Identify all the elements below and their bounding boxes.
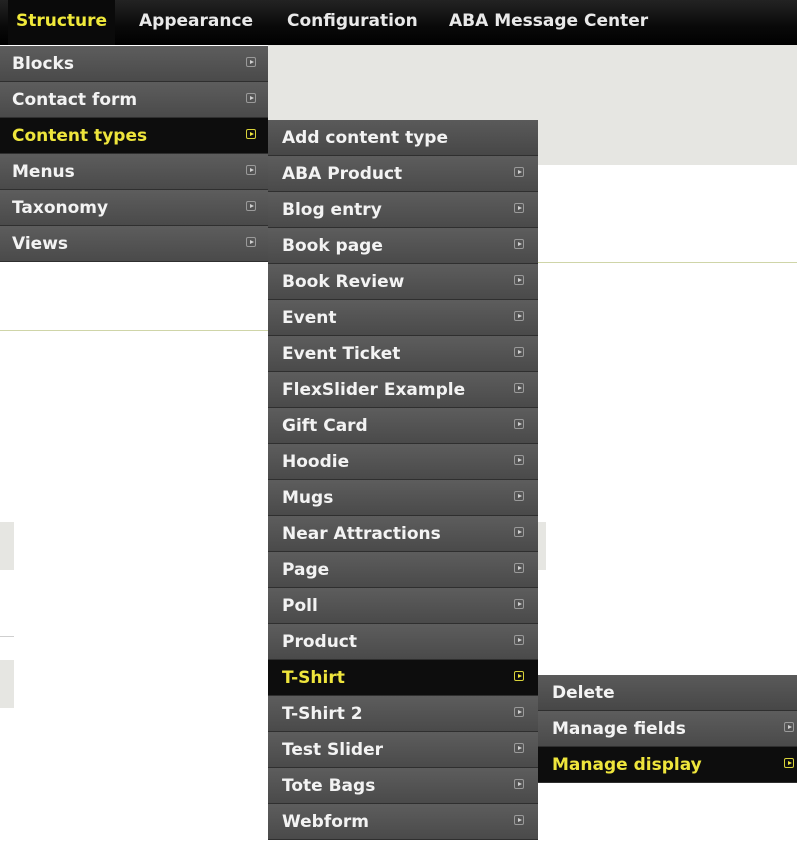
menu-item-label: ABA Product — [282, 164, 403, 184]
menu-item-label: Near Attractions — [282, 524, 441, 544]
table-row-fragment — [0, 660, 14, 708]
menu-item-blog-entry[interactable]: Blog entry — [268, 192, 538, 228]
table-header-fragment — [538, 522, 546, 570]
menu-item-label: Blocks — [12, 54, 74, 74]
submenu-arrow-icon — [514, 671, 524, 681]
submenu-arrow-icon — [246, 129, 256, 139]
menu-item-label: T-Shirt — [282, 668, 345, 688]
submenu-arrow-icon — [514, 275, 524, 285]
menu-item-content-types[interactable]: Content types — [0, 118, 268, 154]
menu-item-tote-bags[interactable]: Tote Bags — [268, 768, 538, 804]
submenu-arrow-icon — [246, 237, 256, 247]
submenu-arrow-icon — [514, 455, 524, 465]
menu-item-label: Page — [282, 560, 330, 580]
submenu-arrow-icon — [514, 167, 524, 177]
submenu-arrow-icon — [514, 491, 524, 501]
menu-item-label: FlexSlider Example — [282, 380, 466, 400]
menu-item-label: Taxonomy — [12, 198, 109, 218]
menu-item-product[interactable]: Product — [268, 624, 538, 660]
menu-item-event[interactable]: Event — [268, 300, 538, 336]
submenu-arrow-icon — [514, 635, 524, 645]
menu-item-label: Product — [282, 632, 357, 652]
divider-line — [0, 330, 268, 331]
menu-item-label: Event — [282, 308, 337, 328]
menu-item-blocks[interactable]: Blocks — [0, 46, 268, 82]
menu-item-delete[interactable]: Delete — [538, 675, 797, 711]
menu-item-event-ticket[interactable]: Event Ticket — [268, 336, 538, 372]
toolbar-appearance[interactable]: Appearance — [131, 0, 261, 45]
menu-item-book-page[interactable]: Book page — [268, 228, 538, 264]
structure-dropdown: Blocks Contact form Content types Menus … — [0, 46, 268, 262]
submenu-arrow-icon — [514, 203, 524, 213]
menu-item-label: Views — [12, 234, 69, 254]
menu-item-manage-fields[interactable]: Manage fields — [538, 711, 797, 747]
submenu-arrow-icon — [514, 527, 524, 537]
menu-item-label: Tote Bags — [282, 776, 376, 796]
menu-item-webform[interactable]: Webform — [268, 804, 538, 840]
menu-item-label: Blog entry — [282, 200, 382, 220]
submenu-arrow-icon — [514, 419, 524, 429]
menu-item-poll[interactable]: Poll — [268, 588, 538, 624]
submenu-arrow-icon — [246, 201, 256, 211]
menu-item-manage-display[interactable]: Manage display — [538, 747, 797, 783]
toolbar-aba-message-center[interactable]: ABA Message Center — [441, 0, 656, 45]
menu-item-t-shirt-2[interactable]: T-Shirt 2 — [268, 696, 538, 732]
submenu-arrow-icon — [514, 599, 524, 609]
menu-item-label: Hoodie — [282, 452, 350, 472]
submenu-arrow-icon — [246, 165, 256, 175]
menu-item-t-shirt[interactable]: T-Shirt — [268, 660, 538, 696]
menu-item-page[interactable]: Page — [268, 552, 538, 588]
toolbar-structure[interactable]: Structure — [8, 0, 116, 45]
submenu-arrow-icon — [514, 707, 524, 717]
menu-item-label: Gift Card — [282, 416, 368, 436]
menu-item-label: Content types — [12, 126, 148, 146]
menu-item-label: Poll — [282, 596, 318, 616]
divider-line — [0, 636, 14, 637]
menu-item-label: Manage display — [552, 755, 702, 775]
menu-item-views[interactable]: Views — [0, 226, 268, 262]
submenu-arrow-icon — [514, 563, 524, 573]
submenu-arrow-icon — [514, 239, 524, 249]
menu-item-label: Webform — [282, 812, 370, 832]
menu-item-label: Test Slider — [282, 740, 384, 760]
menu-item-label: Delete — [552, 683, 615, 703]
submenu-arrow-icon — [514, 311, 524, 321]
menu-item-label: T-Shirt 2 — [282, 704, 363, 724]
table-header-fragment — [0, 522, 14, 570]
menu-item-label: Add content type — [282, 128, 448, 148]
menu-item-label: Book page — [282, 236, 383, 256]
divider-line — [538, 262, 797, 263]
submenu-arrow-icon — [246, 57, 256, 67]
menu-item-test-slider[interactable]: Test Slider — [268, 732, 538, 768]
submenu-arrow-icon — [246, 93, 256, 103]
menu-item-book-review[interactable]: Book Review — [268, 264, 538, 300]
menu-item-aba-product[interactable]: ABA Product — [268, 156, 538, 192]
menu-item-gift-card[interactable]: Gift Card — [268, 408, 538, 444]
menu-item-label: Contact form — [12, 90, 138, 110]
submenu-arrow-icon — [514, 347, 524, 357]
menu-item-taxonomy[interactable]: Taxonomy — [0, 190, 268, 226]
menu-item-menus[interactable]: Menus — [0, 154, 268, 190]
submenu-arrow-icon — [514, 779, 524, 789]
submenu-arrow-icon — [514, 383, 524, 393]
submenu-arrow-icon — [784, 758, 794, 768]
submenu-arrow-icon — [514, 743, 524, 753]
menu-item-label: Event Ticket — [282, 344, 401, 364]
admin-toolbar: Structure Appearance Configuration ABA M… — [0, 0, 797, 45]
content-types-dropdown: Add content type ABA Product Blog entry … — [268, 120, 538, 840]
submenu-arrow-icon — [514, 815, 524, 825]
t-shirt-dropdown: Delete Manage fields Manage display — [538, 675, 797, 783]
toolbar-configuration[interactable]: Configuration — [279, 0, 426, 45]
menu-item-label: Menus — [12, 162, 75, 182]
menu-item-label: Mugs — [282, 488, 334, 508]
menu-item-label: Book Review — [282, 272, 405, 292]
menu-item-hoodie[interactable]: Hoodie — [268, 444, 538, 480]
menu-item-near-attractions[interactable]: Near Attractions — [268, 516, 538, 552]
menu-item-flexslider-example[interactable]: FlexSlider Example — [268, 372, 538, 408]
menu-item-label: Manage fields — [552, 719, 686, 739]
menu-item-mugs[interactable]: Mugs — [268, 480, 538, 516]
submenu-arrow-icon — [784, 722, 794, 732]
menu-item-contact-form[interactable]: Contact form — [0, 82, 268, 118]
menu-item-add-content-type[interactable]: Add content type — [268, 120, 538, 156]
